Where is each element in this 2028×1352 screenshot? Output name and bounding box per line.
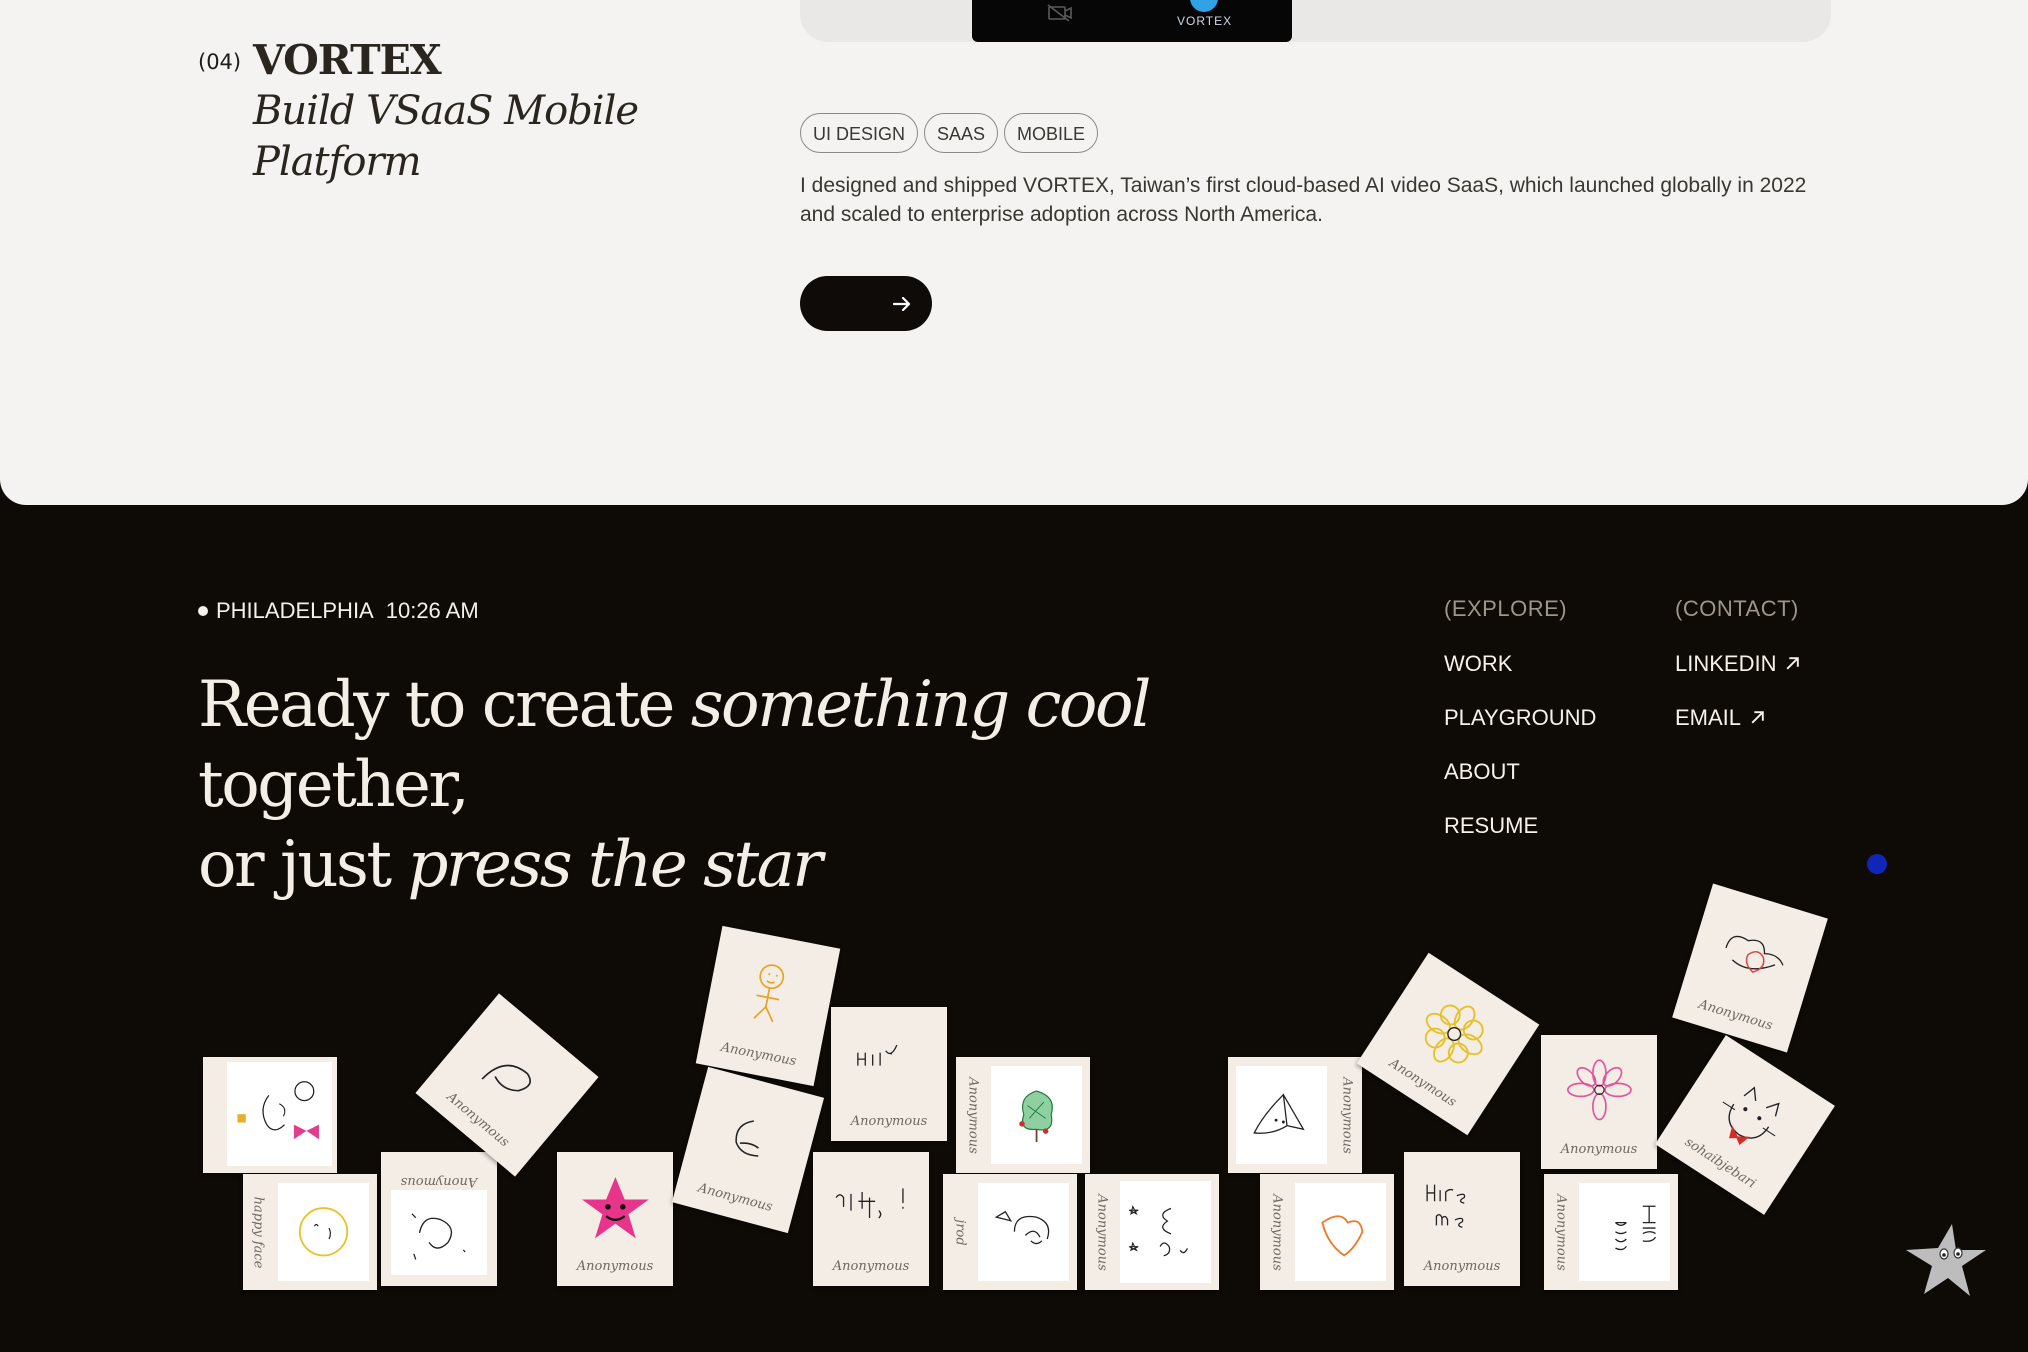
project-subtitle: Build VSaaS Mobile Platform bbox=[253, 88, 639, 185]
doodle-art bbox=[227, 1061, 332, 1167]
doodle-signature: Anonymous bbox=[832, 1258, 910, 1274]
doodle-card[interactable]: Anonymous bbox=[557, 1152, 673, 1286]
doodle-card[interactable]: sohaibjebari bbox=[1655, 1035, 1835, 1215]
live-dot-icon bbox=[198, 606, 208, 616]
doodle-signature: Anonymous bbox=[400, 1174, 478, 1189]
footer-headline: Ready to create something cool together,… bbox=[198, 665, 1348, 905]
doodle-card[interactable]: Anonymous bbox=[415, 993, 599, 1177]
doodle-card[interactable]: Anonymous bbox=[1260, 1174, 1394, 1290]
doodle-art bbox=[753, 963, 785, 1022]
doodle-signature: Anonymous bbox=[850, 1113, 928, 1129]
doodle-art bbox=[391, 1189, 487, 1276]
nav-resume-link[interactable]: RESUME bbox=[1444, 813, 1538, 839]
doodle-art bbox=[1725, 935, 1784, 973]
doodle-card[interactable] bbox=[203, 1057, 337, 1173]
email-label: EMAIL bbox=[1675, 705, 1742, 730]
tag-saas: SAAS bbox=[924, 113, 999, 153]
doodle-art bbox=[977, 1183, 1069, 1281]
doodle-art bbox=[1119, 1180, 1211, 1284]
doodle-art bbox=[856, 1044, 898, 1066]
doodle-signature: Anonymous bbox=[1553, 1194, 1569, 1271]
doodle-card[interactable]: Anonymous bbox=[1544, 1174, 1678, 1290]
doodle-card[interactable]: Anonymous bbox=[671, 1066, 825, 1234]
headline-part: or just bbox=[198, 828, 408, 902]
doodle-card[interactable]: Anonymous bbox=[956, 1057, 1090, 1173]
doodle-card[interactable]: Anonymous bbox=[1085, 1174, 1219, 1290]
project-title: VORTEX bbox=[253, 36, 442, 84]
doodle-card[interactable]: Anonymous bbox=[381, 1152, 497, 1286]
location-clock: PHILADELPHIA 10:26 AM bbox=[198, 598, 479, 624]
doodle-signature: Anonymous bbox=[576, 1258, 654, 1274]
nav-playground-link[interactable]: PLAYGROUND bbox=[1444, 705, 1596, 731]
doodle-signature: jrod bbox=[952, 1219, 968, 1246]
vortex-logo-icon bbox=[1190, 0, 1218, 12]
doodle-card[interactable]: Anonymous bbox=[813, 1152, 929, 1286]
view-project-button[interactable] bbox=[800, 276, 932, 331]
doodle-card[interactable]: Anonymous bbox=[1356, 952, 1540, 1136]
doodle-signature: Anonymous bbox=[1269, 1194, 1285, 1271]
doodle-art bbox=[990, 1066, 1082, 1164]
doodle-card[interactable]: jrod bbox=[943, 1174, 1077, 1290]
phone-brand-label: VORTEX bbox=[1177, 14, 1233, 28]
doodle-signature: happy face bbox=[250, 1196, 266, 1269]
doodle-art bbox=[277, 1183, 369, 1281]
tag-ui-design: UI DESIGN bbox=[800, 113, 919, 153]
explore-heading: (EXPLORE) bbox=[1444, 596, 1568, 621]
phone-mockup: VORTEX bbox=[972, 0, 1292, 42]
nav-work-link[interactable]: WORK bbox=[1444, 651, 1512, 677]
local-time: 10:26 AM bbox=[385, 598, 479, 623]
device-preview-frame bbox=[800, 0, 1831, 42]
linkedin-label: LINKEDIN bbox=[1675, 651, 1777, 676]
tag-mobile: MOBILE bbox=[1004, 113, 1099, 153]
project-description: I designed and shipped VORTEX, Taiwan’s … bbox=[800, 174, 1807, 226]
doodle-signature: Anonymous bbox=[1339, 1077, 1355, 1154]
external-arrow-icon bbox=[1786, 657, 1800, 670]
arrow-right-icon bbox=[892, 296, 911, 312]
headline-italic: press the star bbox=[407, 828, 822, 902]
doodle-art bbox=[581, 1177, 649, 1239]
doodle-card[interactable]: happy face bbox=[243, 1174, 377, 1290]
doodle-card[interactable]: Anonymous bbox=[695, 925, 841, 1087]
doodle-card[interactable]: Anonymous bbox=[1404, 1152, 1520, 1286]
headline-part: Ready to create bbox=[198, 668, 691, 742]
headline-italic: something cool bbox=[690, 668, 1152, 742]
external-arrow-icon bbox=[1751, 711, 1764, 724]
tag-list: UI DESIGN SAAS MOBILE bbox=[800, 113, 1099, 153]
location-label: PHILADELPHIA bbox=[216, 598, 374, 623]
project-number: (04) bbox=[198, 50, 242, 74]
doodle-signature: Anonymous bbox=[965, 1077, 981, 1154]
doodle-art bbox=[1578, 1183, 1670, 1281]
doodle-signature: Anonymous bbox=[1094, 1194, 1110, 1271]
doodle-signature: Anonymous bbox=[1423, 1258, 1501, 1274]
doodle-art bbox=[1236, 1066, 1328, 1164]
doodle-art bbox=[1294, 1183, 1386, 1281]
doodle-card[interactable]: Anonymous bbox=[1228, 1057, 1362, 1173]
doodle-art bbox=[1426, 1184, 1465, 1228]
doodle-card[interactable]: Anonymous bbox=[1672, 883, 1828, 1053]
doodle-signature: Anonymous bbox=[1560, 1141, 1638, 1157]
doodle-art bbox=[735, 1119, 760, 1157]
doodle-card[interactable]: Anonymous bbox=[831, 1007, 947, 1141]
linkedin-link[interactable]: LINKEDIN bbox=[1675, 651, 1801, 677]
contact-heading: (CONTACT) bbox=[1675, 596, 1799, 621]
project-section: VORTEX (04) VORTEX Build VSaaS Mobile Pl… bbox=[0, 0, 2028, 505]
headline-part: together, bbox=[198, 748, 470, 822]
doodle-card[interactable]: Anonymous bbox=[1541, 1035, 1657, 1169]
doodle-art bbox=[1566, 1059, 1632, 1121]
email-link[interactable]: EMAIL bbox=[1675, 705, 1766, 731]
star-face-icon[interactable] bbox=[1904, 1220, 1988, 1300]
doodle-art bbox=[835, 1188, 904, 1219]
camera-off-icon bbox=[1047, 4, 1072, 22]
nav-about-link[interactable]: ABOUT bbox=[1444, 759, 1520, 785]
cursor-dot bbox=[1867, 854, 1887, 874]
